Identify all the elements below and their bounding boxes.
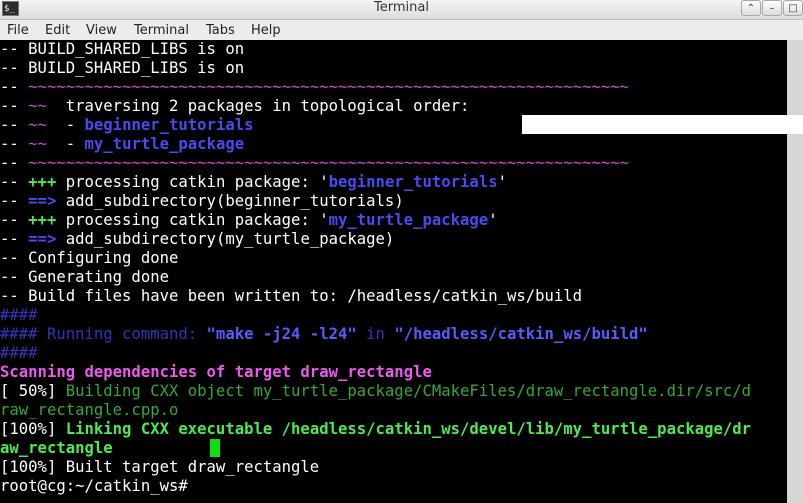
- terminal-text-segment: ~~: [28, 135, 47, 153]
- terminal-text-segment: ~~: [28, 97, 47, 115]
- terminal-text-segment: Scanning dependencies of target draw_rec…: [0, 363, 432, 381]
- terminal-text-segment: add_subdirectory(my_turtle_package): [56, 230, 395, 248]
- terminal-text-segment: -: [46, 135, 85, 153]
- terminal-text-segment: +++: [28, 211, 57, 229]
- terminal-text-segment: -- Build files have been written to: /he…: [0, 287, 583, 305]
- terminal-text-segment: [100%] Built target draw_rectangle: [0, 458, 320, 476]
- terminal-text-segment: --: [0, 154, 29, 172]
- terminal-text-segment: -- Configuring done: [0, 249, 179, 267]
- terminal-line: -- ~~~~~~~~~~~~~~~~~~~~~~~~~~~~~~~~~~~~~…: [0, 78, 629, 97]
- minimize-window-button[interactable]: –: [762, 0, 782, 16]
- terminal-text-segment: "/headless/catkin_ws/build": [394, 325, 648, 343]
- terminal-line: -- ~~ - beginner_tutorials: [0, 116, 254, 135]
- shade-window-button[interactable]: ⌃: [741, 0, 761, 16]
- terminal-text-segment: -: [46, 116, 85, 134]
- terminal-text-segment: ': [497, 173, 507, 191]
- terminal-line: -- ~~ - my_turtle_package: [0, 135, 244, 154]
- terminal-text-segment: --: [0, 211, 29, 229]
- terminal-line: -- Configuring done: [0, 249, 178, 268]
- terminal-text-segment: Linking CXX executable /headless/catkin_…: [65, 420, 752, 438]
- terminal-text-segment: my_turtle_package: [84, 135, 245, 153]
- terminal-text-segment: ~~: [28, 116, 47, 134]
- terminal-text-segment: in: [356, 325, 395, 343]
- terminal-text-segment: my_turtle_package: [328, 211, 489, 229]
- terminal-line: Scanning dependencies of target draw_rec…: [0, 363, 432, 382]
- terminal-text-segment: +++: [28, 173, 57, 191]
- terminal-line: ####: [0, 306, 38, 325]
- terminal-line: [100%] Linking CXX executable /headless/…: [0, 420, 751, 439]
- terminal-line: raw_rectangle.cpp.o: [0, 401, 178, 420]
- terminal-text-segment: "make -j24 -l24": [206, 325, 357, 343]
- terminal-line: #### Running command: "make -j24 -l24" i…: [0, 325, 648, 344]
- terminal-line: aw_rectangle: [0, 439, 113, 458]
- terminal-text-segment: --: [0, 116, 29, 134]
- terminal-text-segment: ==>: [28, 230, 57, 248]
- terminal-text-segment: ==>: [28, 192, 57, 210]
- title-bar: $_ Terminal ⌃ – □: [0, 0, 803, 20]
- terminal-line: -- ~~ traversing 2 packages in topologic…: [0, 97, 469, 116]
- terminal-text-segment: aw_rectangle: [0, 439, 113, 457]
- terminal-text-segment: processing catkin package: ': [56, 211, 329, 229]
- menu-tabs[interactable]: Tabs: [206, 22, 235, 39]
- menu-view[interactable]: View: [86, 22, 117, 39]
- menu-bar: File Edit View Terminal Tabs Help: [0, 20, 803, 40]
- terminal-text-segment: #### Running command:: [0, 325, 207, 343]
- menu-help[interactable]: Help: [251, 22, 281, 39]
- terminal-text-segment: ~~~~~~~~~~~~~~~~~~~~~~~~~~~~~~~~~~~~~~~~…: [28, 78, 630, 96]
- menu-edit[interactable]: Edit: [45, 22, 70, 39]
- terminal-line: -- ~~~~~~~~~~~~~~~~~~~~~~~~~~~~~~~~~~~~~…: [0, 154, 629, 173]
- terminal-text-segment: ': [488, 211, 498, 229]
- maximize-window-button[interactable]: □: [783, 0, 803, 16]
- terminal-line: [100%] Built target draw_rectangle: [0, 458, 319, 477]
- terminal-line: [ 50%] Building CXX object my_turtle_pac…: [0, 382, 751, 401]
- terminal-text-segment: [ 50%]: [0, 382, 66, 400]
- terminal-line: -- ==> add_subdirectory(beginner_tutoria…: [0, 192, 404, 211]
- window-title: Terminal: [374, 0, 429, 15]
- terminal-text-segment: --: [0, 230, 29, 248]
- terminal-text-segment: --: [0, 135, 29, 153]
- terminal-text-segment: ~~~~~~~~~~~~~~~~~~~~~~~~~~~~~~~~~~~~~~~~…: [28, 154, 630, 172]
- terminal-text-segment: --: [0, 78, 29, 96]
- terminal-text-segment: --: [0, 192, 29, 210]
- text-cursor: [210, 439, 220, 457]
- terminal-text-segment: -- Generating done: [0, 268, 169, 286]
- terminal-line: -- BUILD_SHARED_LIBS is on: [0, 59, 244, 78]
- terminal-text-segment: processing catkin package: ': [56, 173, 329, 191]
- terminal-text-segment: add_subdirectory(beginner_tutorials): [56, 192, 404, 210]
- terminal-line: -- ==> add_subdirectory(my_turtle_packag…: [0, 230, 394, 249]
- terminal-text-segment: Building CXX object my_turtle_package/CM…: [65, 382, 752, 400]
- menu-terminal[interactable]: Terminal: [134, 22, 189, 39]
- scrollbar[interactable]: [787, 40, 803, 503]
- terminal-text-segment: [100%]: [0, 420, 66, 438]
- terminal-text-segment: -- BUILD_SHARED_LIBS is on: [0, 59, 245, 77]
- terminal-line: root@cg:~/catkin_ws#: [0, 477, 197, 496]
- terminal-text-segment: ####: [0, 344, 38, 362]
- terminal-line: ####: [0, 344, 38, 363]
- terminal-text-segment: root@cg:~/catkin_ws#: [0, 477, 198, 495]
- terminal-text-segment: raw_rectangle.cpp.o: [0, 401, 179, 419]
- terminal-line: -- +++ processing catkin package: 'begin…: [0, 173, 507, 192]
- terminal-text-segment: --: [0, 97, 29, 115]
- menu-file[interactable]: File: [7, 22, 29, 39]
- terminal-output[interactable]: -- BUILD_SHARED_LIBS is on -- BUILD_SHARE…: [0, 40, 787, 503]
- selection-highlight: [522, 115, 803, 134]
- terminal-text-segment: ####: [0, 306, 38, 324]
- terminal-text-segment: beginner_tutorials: [84, 116, 254, 134]
- terminal-text-segment: beginner_tutorials: [328, 173, 498, 191]
- terminal-text-segment: -- BUILD_SHARED_LIBS is on: [0, 40, 245, 58]
- terminal-line: -- +++ processing catkin package: 'my_tu…: [0, 211, 498, 230]
- terminal-text-segment: --: [0, 173, 29, 191]
- terminal-line: -- BUILD_SHARED_LIBS is on: [0, 40, 244, 59]
- window-controls: ⌃ – □: [740, 0, 803, 19]
- terminal-line: -- Build files have been written to: /he…: [0, 287, 582, 306]
- terminal-line: -- Generating done: [0, 268, 169, 287]
- terminal-text-segment: traversing 2 packages in topological ord…: [46, 97, 470, 115]
